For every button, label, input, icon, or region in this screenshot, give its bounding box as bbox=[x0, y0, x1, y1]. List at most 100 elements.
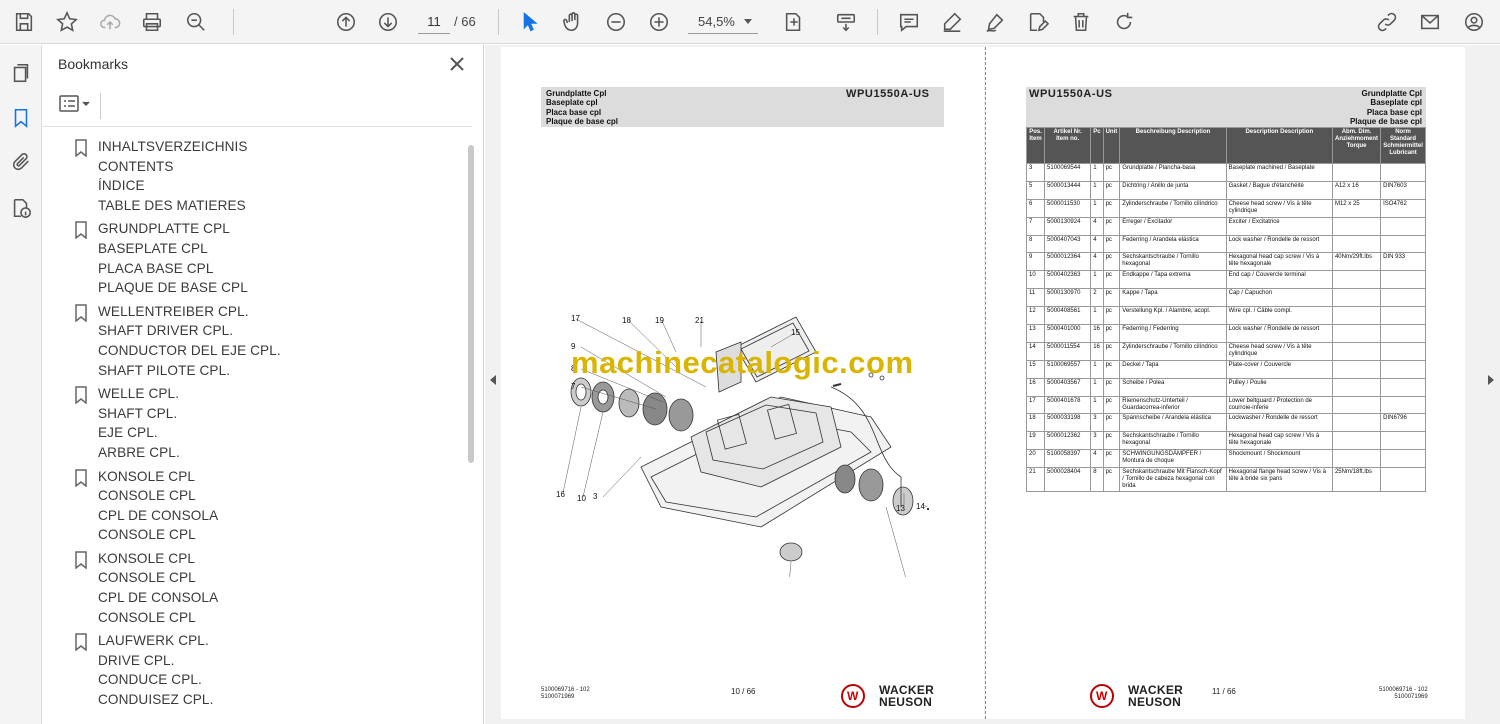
table-cell: Dichtring / Anillo de junta bbox=[1119, 180, 1227, 200]
bookmark-label: CONSOLE CPL bbox=[98, 609, 196, 625]
table-cell: 9 bbox=[1025, 252, 1046, 272]
navigation-rail bbox=[0, 45, 42, 724]
bookmark-panel-icon[interactable] bbox=[7, 104, 35, 132]
table-cell bbox=[1331, 234, 1382, 254]
callout-label: 14 bbox=[916, 502, 925, 511]
table-cell: 6 bbox=[1025, 198, 1046, 218]
table-cell: 7 bbox=[1025, 216, 1046, 236]
table-cell: Endkappe / Tapa extrema bbox=[1119, 270, 1227, 290]
select-cursor-icon[interactable] bbox=[516, 8, 544, 36]
star-icon[interactable] bbox=[53, 8, 81, 36]
zoom-search-icon[interactable] bbox=[182, 8, 210, 36]
bookmark-item[interactable]: KONSOLE CPL CONSOLE CPL CPL DE CONSOLA CONS… bbox=[42, 549, 462, 627]
bookmark-label: KONSOLE CPL bbox=[98, 550, 196, 566]
table-cell: pc bbox=[1102, 198, 1121, 218]
table-cell: pc bbox=[1102, 377, 1121, 397]
next-page-icon[interactable] bbox=[374, 8, 402, 36]
account-icon[interactable] bbox=[1460, 8, 1488, 36]
page-header-title: Grundplatte Cpl Baseplate cpl Placa base… bbox=[1296, 89, 1422, 126]
highlight-pen-icon[interactable] bbox=[938, 8, 966, 36]
table-cell bbox=[1380, 324, 1426, 343]
table-row: 9 5000012364 4 pc Sechskantschraube / Tornil… bbox=[1025, 252, 1426, 272]
table-cell: Wire cpl. / Câble compl. bbox=[1225, 306, 1333, 326]
bookmark-label: GRUNDPLATTE CPL bbox=[98, 221, 230, 237]
table-cell: 4 bbox=[1090, 449, 1104, 469]
table-cell: DIN7603 bbox=[1380, 180, 1426, 200]
draw-signature-icon[interactable] bbox=[981, 8, 1009, 36]
bookmarks-scrollbar[interactable] bbox=[468, 145, 474, 463]
scroll-mode-icon[interactable] bbox=[832, 8, 860, 36]
save-icon[interactable] bbox=[10, 8, 38, 36]
table-cell: 1 bbox=[1090, 163, 1104, 182]
bookmark-label: WELLENTREIBER CPL. bbox=[98, 303, 249, 319]
link-icon[interactable] bbox=[1373, 8, 1401, 36]
table-cell: ISO4762 bbox=[1380, 198, 1426, 218]
bookmark-item[interactable]: INHALTSVERZEICHNIS CONTENTS ÍNDICE TABLE DE… bbox=[42, 137, 462, 215]
footer-code: 5100069716 - 102 bbox=[1379, 687, 1428, 693]
bookmark-item[interactable]: WELLE CPL. SHAFT CPL. EJE CPL. ARBRE CPL. bbox=[42, 384, 462, 462]
page-number-input[interactable] bbox=[418, 10, 450, 34]
table-cell: 5000130970 bbox=[1044, 288, 1092, 308]
toolbar-separator bbox=[498, 9, 499, 35]
bookmark-options-button[interactable] bbox=[58, 93, 94, 115]
cloud-upload-icon[interactable] bbox=[96, 8, 124, 36]
table-cell bbox=[1331, 377, 1382, 397]
bookmark-label: CONSOLE CPL bbox=[98, 527, 196, 543]
table-cell: 3 bbox=[1090, 431, 1104, 451]
bookmark-item[interactable]: GRUNDPLATTE CPL BASEPLATE CPL PLACA BASE C… bbox=[42, 219, 462, 297]
bookmark-label: WELLE CPL. bbox=[98, 386, 180, 402]
zoom-level-dropdown[interactable]: 54,5% bbox=[688, 10, 758, 34]
delete-icon[interactable] bbox=[1067, 8, 1095, 36]
chevron-left-icon[interactable] bbox=[490, 375, 496, 385]
chevron-right-icon[interactable] bbox=[1488, 375, 1494, 385]
callout-label: 16 bbox=[556, 490, 565, 499]
table-cell: 2 bbox=[1090, 288, 1104, 308]
print-icon[interactable] bbox=[138, 8, 166, 36]
bookmark-item[interactable]: LAUFWERK CPL. DRIVE CPL. CONDUCE CPL. CONDU… bbox=[42, 631, 462, 709]
table-cell: pc bbox=[1102, 467, 1121, 493]
toolbar-separator bbox=[877, 9, 878, 35]
table-cell: pc bbox=[1102, 163, 1121, 182]
bookmark-label: ÍNDICE bbox=[98, 178, 145, 194]
previous-page-icon[interactable] bbox=[332, 8, 360, 36]
zoom-level-value: 54,5% bbox=[698, 14, 735, 29]
bookmark-icon bbox=[74, 221, 88, 240]
bookmark-label: CONDUISEZ CPL. bbox=[98, 692, 214, 708]
bookmark-item[interactable]: KONSOLE CPL CONSOLE CPL CPL DE CONSOLA CONS… bbox=[42, 467, 462, 545]
page-fit-icon[interactable] bbox=[780, 8, 808, 36]
table-cell bbox=[1331, 163, 1382, 182]
rotate-icon[interactable] bbox=[1110, 8, 1138, 36]
table-cell bbox=[1331, 324, 1382, 343]
logo-text: NEUSON bbox=[1128, 695, 1182, 709]
email-icon[interactable] bbox=[1416, 8, 1444, 36]
zoom-out-icon[interactable] bbox=[602, 8, 630, 36]
table-cell: A12 x 16 bbox=[1331, 180, 1382, 200]
zoom-in-icon[interactable] bbox=[645, 8, 673, 36]
table-cell: Lockwasher / Rondelle de ressort bbox=[1225, 413, 1333, 433]
hand-tool-icon[interactable] bbox=[559, 8, 587, 36]
table-cell: Grundplatte / Plancha-basa bbox=[1119, 163, 1227, 182]
table-cell: Federring / Federring bbox=[1119, 324, 1227, 343]
logo-mark-icon: W bbox=[1090, 684, 1114, 708]
table-header-cell: Pos. Item bbox=[1025, 127, 1046, 164]
table-row: 18 5000033198 3 pc Spannscheibe / Arandela e… bbox=[1025, 413, 1426, 433]
callout-label: 19 bbox=[655, 316, 664, 325]
document-info-icon[interactable] bbox=[7, 194, 35, 222]
table-cell bbox=[1331, 449, 1382, 469]
attachment-icon[interactable] bbox=[7, 148, 35, 176]
bookmark-label: KONSOLE CPL bbox=[98, 468, 196, 484]
table-cell: 3 bbox=[1090, 413, 1104, 433]
bookmark-item[interactable]: WELLENTREIBER CPL. SHAFT DRIVER CPL. CONDU… bbox=[42, 302, 462, 380]
edit-text-icon[interactable] bbox=[1024, 8, 1052, 36]
close-icon[interactable] bbox=[446, 53, 468, 75]
table-cell: 10 bbox=[1025, 270, 1046, 290]
table-cell: Lock washer / Rondelle de ressort bbox=[1225, 324, 1333, 343]
page-thumbnails-icon[interactable] bbox=[7, 59, 35, 87]
table-cell: 17 bbox=[1025, 395, 1046, 415]
comment-icon[interactable] bbox=[895, 8, 923, 36]
table-cell: 1 bbox=[1090, 359, 1104, 379]
callout-label: 7 bbox=[571, 382, 576, 391]
bookmark-label: CPL DE CONSOLA bbox=[98, 507, 219, 523]
table-cell: Cap / Capuchon bbox=[1225, 288, 1333, 308]
table-cell: 1 bbox=[1090, 180, 1104, 200]
